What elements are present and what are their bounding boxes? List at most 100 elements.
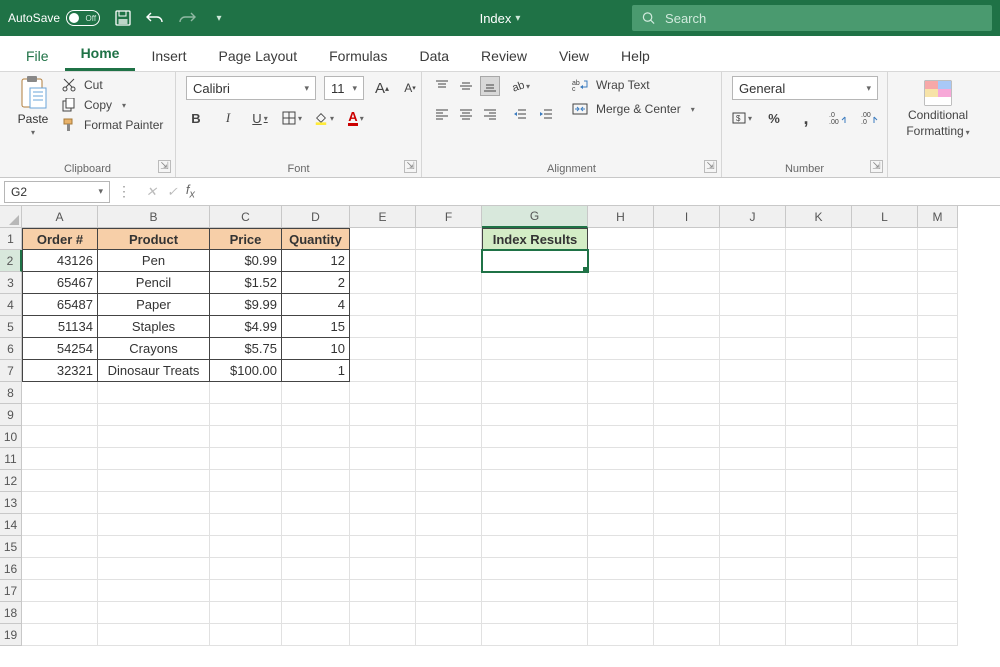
cell-E3[interactable] (350, 272, 416, 294)
cell-A11[interactable] (22, 448, 98, 470)
cell-E13[interactable] (350, 492, 416, 514)
row-header-11[interactable]: 11 (0, 448, 22, 470)
row-header-16[interactable]: 16 (0, 558, 22, 580)
cell-F8[interactable] (416, 382, 482, 404)
cell-G5[interactable] (482, 316, 588, 338)
tab-page-layout[interactable]: Page Layout (202, 41, 313, 71)
tab-view[interactable]: View (543, 41, 605, 71)
cell-I2[interactable] (654, 250, 720, 272)
row-header-9[interactable]: 9 (0, 404, 22, 426)
cell-A6[interactable]: 54254 (22, 338, 98, 360)
cell-A18[interactable] (22, 602, 98, 624)
cell-A14[interactable] (22, 514, 98, 536)
paste-button[interactable]: Paste ▾ (10, 76, 56, 137)
align-right-button[interactable] (480, 104, 500, 124)
row-header-13[interactable]: 13 (0, 492, 22, 514)
cell-A4[interactable]: 65487 (22, 294, 98, 316)
cell-J4[interactable] (720, 294, 786, 316)
row-header-17[interactable]: 17 (0, 580, 22, 602)
conditional-formatting-button[interactable]: Conditional Formatting (898, 76, 978, 138)
cell-H3[interactable] (588, 272, 654, 294)
cell-J10[interactable] (720, 426, 786, 448)
alignment-launcher[interactable]: ⇲ (704, 160, 717, 173)
cell-B14[interactable] (98, 514, 210, 536)
cell-L11[interactable] (852, 448, 918, 470)
cell-D16[interactable] (282, 558, 350, 580)
cell-C17[interactable] (210, 580, 282, 602)
row-header-1[interactable]: 1 (0, 228, 22, 250)
cell-I11[interactable] (654, 448, 720, 470)
cell-C12[interactable] (210, 470, 282, 492)
align-center-button[interactable] (456, 104, 476, 124)
cell-J18[interactable] (720, 602, 786, 624)
cell-E10[interactable] (350, 426, 416, 448)
redo-icon[interactable] (178, 9, 196, 27)
decrease-decimal-button[interactable]: .00.0 (860, 108, 880, 128)
cell-C13[interactable] (210, 492, 282, 514)
cell-L13[interactable] (852, 492, 918, 514)
row-header-5[interactable]: 5 (0, 316, 22, 338)
cell-B16[interactable] (98, 558, 210, 580)
tab-formulas[interactable]: Formulas (313, 41, 403, 71)
cell-J19[interactable] (720, 624, 786, 646)
col-header-A[interactable]: A (22, 206, 98, 228)
cell-L4[interactable] (852, 294, 918, 316)
cell-H15[interactable] (588, 536, 654, 558)
cell-L6[interactable] (852, 338, 918, 360)
cell-K15[interactable] (786, 536, 852, 558)
cell-I18[interactable] (654, 602, 720, 624)
cell-B15[interactable] (98, 536, 210, 558)
row-header-14[interactable]: 14 (0, 514, 22, 536)
cell-B17[interactable] (98, 580, 210, 602)
cell-F19[interactable] (416, 624, 482, 646)
cell-M4[interactable] (918, 294, 958, 316)
decrease-indent-button[interactable] (510, 104, 530, 124)
cell-H14[interactable] (588, 514, 654, 536)
cell-E5[interactable] (350, 316, 416, 338)
cell-M12[interactable] (918, 470, 958, 492)
col-header-I[interactable]: I (654, 206, 720, 228)
cell-E14[interactable] (350, 514, 416, 536)
cell-B19[interactable] (98, 624, 210, 646)
cell-H7[interactable] (588, 360, 654, 382)
cell-J16[interactable] (720, 558, 786, 580)
cell-M11[interactable] (918, 448, 958, 470)
cell-K17[interactable] (786, 580, 852, 602)
row-header-15[interactable]: 15 (0, 536, 22, 558)
cell-F7[interactable] (416, 360, 482, 382)
cell-C18[interactable] (210, 602, 282, 624)
cell-F2[interactable] (416, 250, 482, 272)
align-middle-button[interactable] (456, 76, 476, 96)
col-header-G[interactable]: G (482, 206, 588, 228)
cell-C19[interactable] (210, 624, 282, 646)
cell-C2[interactable]: $0.99 (210, 250, 282, 272)
cell-C10[interactable] (210, 426, 282, 448)
row-header-7[interactable]: 7 (0, 360, 22, 382)
cell-G9[interactable] (482, 404, 588, 426)
cell-B1[interactable]: Product (98, 228, 210, 250)
select-all-triangle[interactable] (0, 206, 22, 228)
cell-H16[interactable] (588, 558, 654, 580)
cell-A16[interactable] (22, 558, 98, 580)
clipboard-launcher[interactable]: ⇲ (158, 160, 171, 173)
cell-I13[interactable] (654, 492, 720, 514)
align-bottom-button[interactable] (480, 76, 500, 96)
search-input[interactable] (665, 11, 982, 26)
cell-H1[interactable] (588, 228, 654, 250)
cell-E18[interactable] (350, 602, 416, 624)
tab-data[interactable]: Data (403, 41, 465, 71)
cell-D9[interactable] (282, 404, 350, 426)
bold-button[interactable]: B (186, 108, 206, 128)
cell-D17[interactable] (282, 580, 350, 602)
increase-decimal-button[interactable]: .0.00 (828, 108, 848, 128)
cell-E4[interactable] (350, 294, 416, 316)
spreadsheet-grid[interactable]: ABCDEFGHIJKLM 12345678910111213141516171… (0, 206, 1000, 666)
cell-I12[interactable] (654, 470, 720, 492)
cell-C4[interactable]: $9.99 (210, 294, 282, 316)
cell-H9[interactable] (588, 404, 654, 426)
cell-A7[interactable]: 32321 (22, 360, 98, 382)
cell-L10[interactable] (852, 426, 918, 448)
cell-J11[interactable] (720, 448, 786, 470)
cell-G10[interactable] (482, 426, 588, 448)
tab-file[interactable]: File (10, 41, 65, 71)
